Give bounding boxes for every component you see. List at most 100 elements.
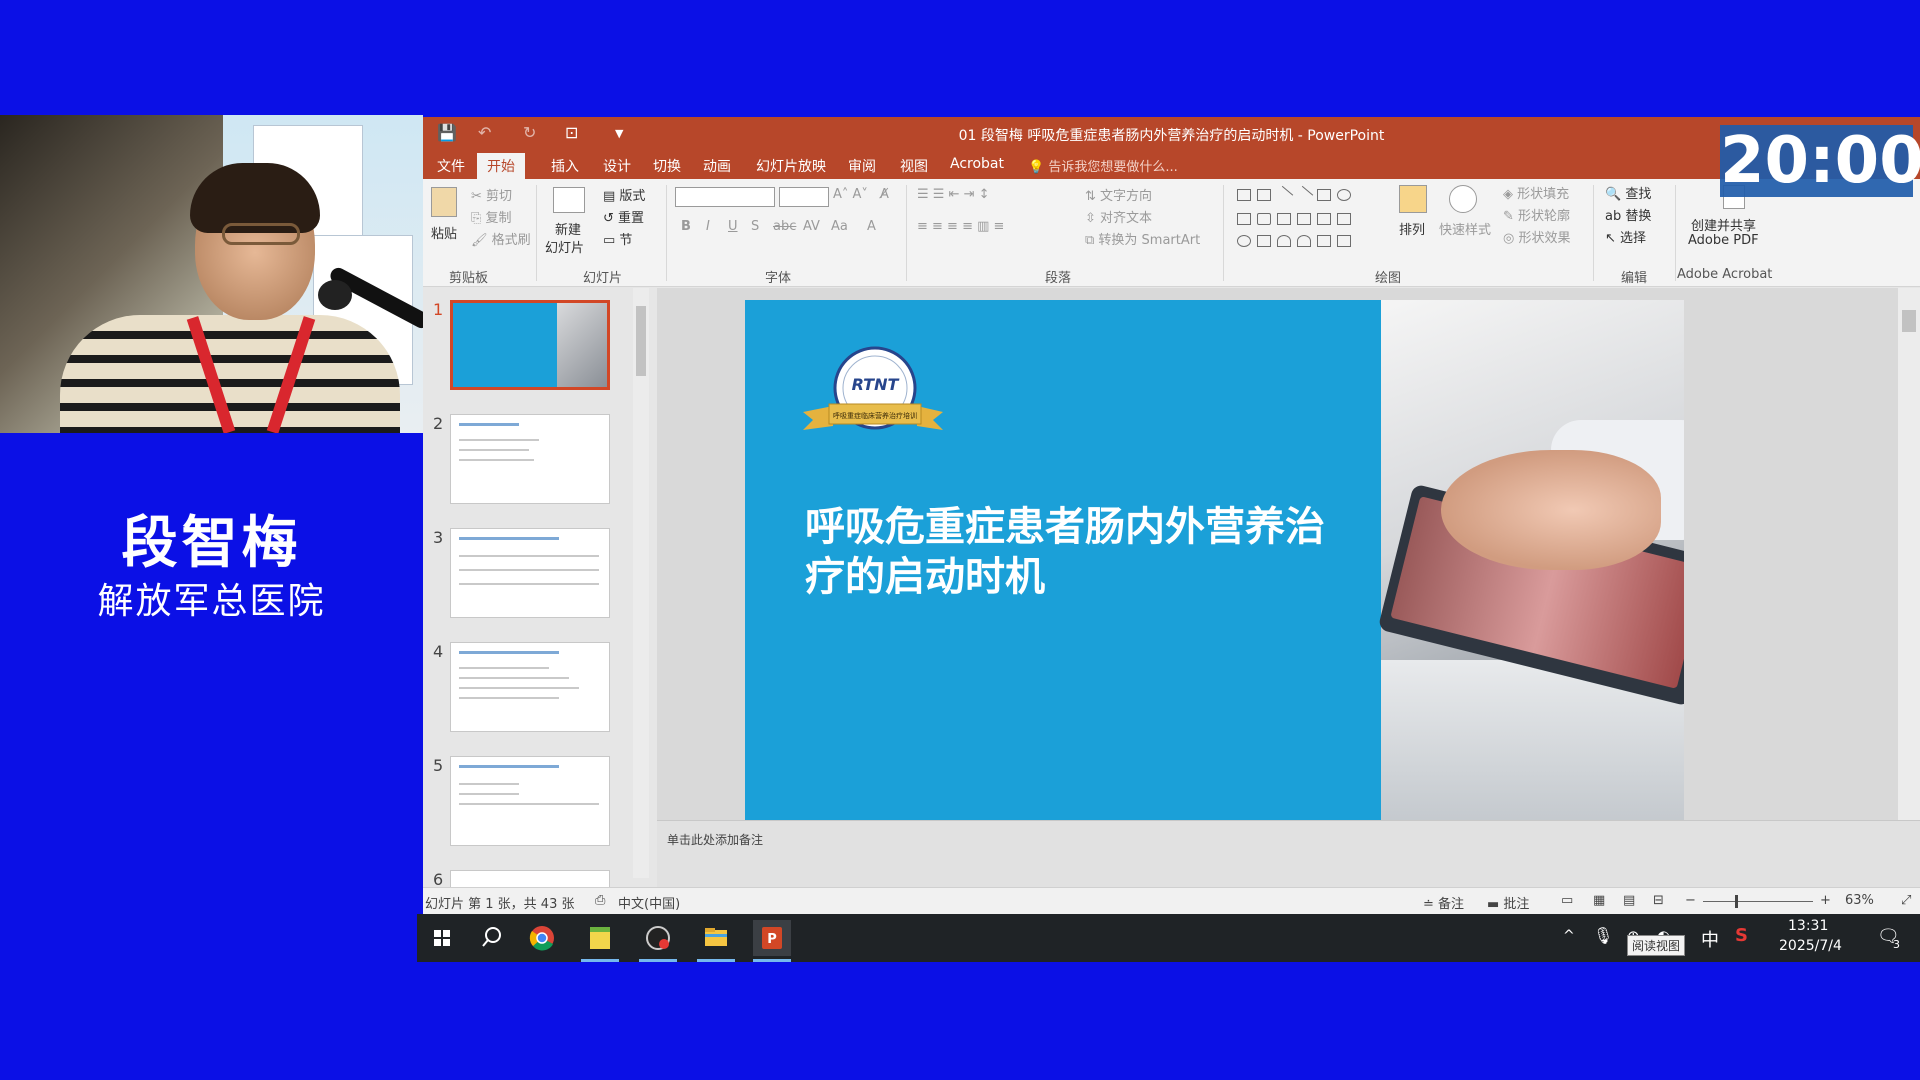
slide-thumbnail-1[interactable] bbox=[450, 300, 610, 390]
current-slide[interactable]: RTNT 呼吸重症临床营养治疗培训 呼吸危重症患者肠内外营养治 疗的启动时机 bbox=[745, 300, 1684, 828]
reading-view-icon[interactable]: ▤ bbox=[1623, 893, 1635, 908]
format-painter-button[interactable]: 🖌 格式刷 bbox=[471, 229, 531, 248]
windows-taskbar: P ^ 🎙 ⊕ ◐ 中 S 13:31 2025/7/4 🗨 3 bbox=[417, 914, 1920, 962]
paste-button[interactable]: 粘贴 bbox=[431, 223, 457, 242]
arrange-button[interactable]: 排列 bbox=[1399, 219, 1425, 238]
normal-view-icon[interactable]: ▭ bbox=[1561, 893, 1573, 908]
change-case-icon[interactable]: Aa bbox=[831, 219, 848, 234]
start-icon[interactable] bbox=[423, 920, 461, 956]
slide-thumbnail-2[interactable] bbox=[450, 414, 610, 504]
new-slide-icon[interactable] bbox=[553, 187, 585, 213]
underline-icon[interactable]: U bbox=[728, 219, 738, 234]
zoom-level[interactable]: 63% bbox=[1845, 893, 1874, 908]
align-icons[interactable]: ≡ ≡ ≡ ≡ ▥ ≡ bbox=[917, 219, 1004, 234]
select-button[interactable]: ↖ 选择 bbox=[1605, 227, 1646, 246]
font-name-input[interactable] bbox=[675, 187, 775, 207]
copy-button[interactable]: ⎘ 复制 bbox=[471, 207, 512, 226]
tab-home[interactable]: 开始 bbox=[477, 153, 525, 182]
smartart-button[interactable]: ⧉ 转换为 SmartArt bbox=[1085, 229, 1200, 248]
tab-design[interactable]: 设计 bbox=[603, 156, 631, 176]
file-explorer-icon[interactable] bbox=[697, 920, 735, 962]
shape-fill-button[interactable]: ◈ 形状填充 bbox=[1503, 183, 1569, 202]
layout-button[interactable]: ▤ 版式 bbox=[603, 185, 645, 204]
align-text-button[interactable]: ⇳ 对齐文本 bbox=[1085, 207, 1152, 226]
slide-title[interactable]: 呼吸危重症患者肠内外营养治 疗的启动时机 bbox=[805, 502, 1365, 602]
slide-sorter-icon[interactable]: ▦ bbox=[1593, 893, 1605, 908]
tell-me-search[interactable]: 💡 告诉我您想要做什么... bbox=[1028, 156, 1178, 175]
shadow-icon[interactable]: S bbox=[751, 219, 759, 234]
bold-icon[interactable]: B bbox=[681, 219, 691, 234]
clear-format-icon[interactable]: A̸ bbox=[880, 187, 889, 202]
font-color-icon[interactable]: A bbox=[867, 219, 876, 234]
shape-outline-button[interactable]: ✎ 形状轮廓 bbox=[1503, 205, 1570, 224]
rtnt-logo-icon: RTNT 呼吸重症临床营养治疗培训 bbox=[803, 346, 943, 430]
slideshow-icon[interactable]: ⊟ bbox=[1653, 893, 1664, 908]
font-grow-icon[interactable]: A˄ A˅ bbox=[833, 187, 868, 202]
cut-button[interactable]: ✂ 剪切 bbox=[471, 185, 512, 204]
tab-animations[interactable]: 动画 bbox=[703, 156, 731, 176]
recorder-app-icon[interactable] bbox=[639, 920, 677, 962]
reset-button[interactable]: ↺ 重置 bbox=[603, 207, 644, 226]
adobe-pdf-label[interactable]: Adobe PDF bbox=[1688, 233, 1759, 248]
arrange-icon[interactable] bbox=[1399, 185, 1427, 213]
paste-icon[interactable] bbox=[431, 187, 457, 217]
shapes-gallery[interactable] bbox=[1233, 185, 1383, 257]
slide-thumbnail-5[interactable] bbox=[450, 756, 610, 846]
thumbnail-scrollbar[interactable] bbox=[633, 288, 649, 878]
speaker-organization: 解放军总医院 bbox=[97, 581, 326, 622]
notes-pane[interactable]: 单击此处添加备注 bbox=[657, 820, 1920, 896]
tell-me-text: 告诉我您想要做什么... bbox=[1048, 160, 1178, 175]
find-button[interactable]: 🔍 查找 bbox=[1605, 183, 1651, 202]
text-direction-button[interactable]: ⇅ 文字方向 bbox=[1085, 185, 1152, 204]
char-spacing-icon[interactable]: AV bbox=[803, 219, 820, 234]
slide-counter: 幻灯片 第 1 张，共 43 张 bbox=[425, 897, 575, 912]
powerpoint-icon[interactable]: P bbox=[753, 920, 791, 962]
spellcheck-icon[interactable]: ⎙ bbox=[595, 893, 605, 908]
chevron-up-icon[interactable]: ^ bbox=[1563, 928, 1575, 944]
quick-styles-icon[interactable] bbox=[1449, 185, 1477, 213]
clock-time[interactable]: 13:31 bbox=[1788, 918, 1828, 934]
tab-acrobat[interactable]: Acrobat bbox=[950, 156, 1004, 172]
speaker-video bbox=[0, 115, 423, 433]
font-size-input[interactable] bbox=[779, 187, 829, 207]
zoom-slider[interactable] bbox=[1703, 901, 1813, 902]
search-icon[interactable] bbox=[473, 920, 511, 956]
section-button[interactable]: ▭ 节 bbox=[603, 229, 632, 248]
new-slide-label-1[interactable]: 新建 bbox=[555, 219, 581, 238]
chrome-icon[interactable] bbox=[523, 920, 561, 956]
title-bar: 💾 ↶ ↻ ⊡ ▼ 01 段智梅 呼吸危重症患者肠内外营养治疗的启动时机 - P… bbox=[423, 117, 1920, 149]
zoom-slider-thumb[interactable] bbox=[1735, 895, 1738, 908]
notes-toggle[interactable]: ≐ 备注 bbox=[1423, 893, 1464, 912]
fit-slide-icon[interactable]: ⤢ bbox=[1901, 893, 1911, 908]
slide-scrollbar[interactable] bbox=[1898, 288, 1920, 820]
replace-button[interactable]: ab 替换 bbox=[1605, 205, 1651, 224]
slide-thumbnail-4[interactable] bbox=[450, 642, 610, 732]
slide-editor: RTNT 呼吸重症临床营养治疗培训 呼吸危重症患者肠内外营养治 疗的启动时机 bbox=[657, 288, 1920, 828]
tab-insert[interactable]: 插入 bbox=[551, 156, 579, 176]
ime-indicator[interactable]: 中 bbox=[1701, 926, 1719, 952]
bullets-icon[interactable]: ☰ ☰ ⇤ ⇥ ↕ bbox=[917, 187, 990, 202]
tab-file[interactable]: 文件 bbox=[437, 156, 465, 176]
microphone-icon[interactable]: 🎙 bbox=[1593, 926, 1613, 945]
slide-thumbnails-pane: 1 2 3 4 5 6 bbox=[423, 288, 657, 896]
comments-toggle[interactable]: ▬ 批注 bbox=[1487, 893, 1529, 912]
tab-transitions[interactable]: 切换 bbox=[653, 156, 681, 176]
tab-view[interactable]: 视图 bbox=[900, 156, 928, 176]
slide-thumbnail-3[interactable] bbox=[450, 528, 610, 618]
clock-date[interactable]: 2025/7/4 bbox=[1779, 938, 1842, 954]
create-share-label[interactable]: 创建并共享 bbox=[1691, 215, 1756, 234]
language-indicator[interactable]: 中文(中国) bbox=[618, 893, 680, 912]
new-slide-label-2[interactable]: 幻灯片 bbox=[545, 237, 584, 256]
powerpoint-window: 💾 ↶ ↻ ⊡ ▼ 01 段智梅 呼吸危重症患者肠内外营养治疗的启动时机 - P… bbox=[423, 117, 1920, 914]
tab-slideshow[interactable]: 幻灯片放映 bbox=[756, 156, 826, 176]
sticky-notes-icon[interactable] bbox=[581, 920, 619, 962]
zoom-out-icon[interactable]: − bbox=[1685, 893, 1696, 908]
tab-review[interactable]: 审阅 bbox=[848, 156, 876, 176]
quick-styles-button[interactable]: 快速样式 bbox=[1439, 219, 1491, 238]
drawing-group-label: 绘图 bbox=[1375, 271, 1402, 286]
zoom-in-icon[interactable]: + bbox=[1820, 893, 1831, 908]
strikethrough-icon[interactable]: abc bbox=[773, 219, 796, 234]
sogou-input-icon[interactable]: S bbox=[1735, 925, 1748, 946]
italic-icon[interactable]: I bbox=[706, 219, 710, 234]
shape-effects-button[interactable]: ◎ 形状效果 bbox=[1503, 227, 1571, 246]
